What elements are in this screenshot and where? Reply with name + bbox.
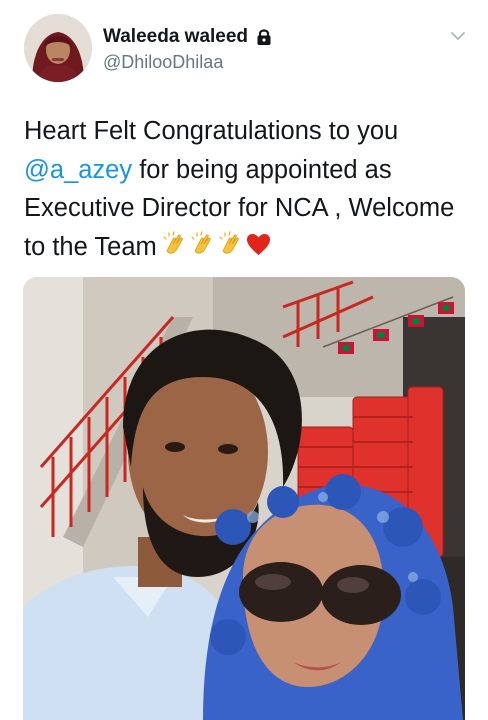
- mention-link[interactable]: @a_azey: [24, 156, 132, 184]
- tweet-line-1: Heart Felt Congratulations to you: [24, 117, 399, 145]
- clapping-hands-icon: [189, 230, 216, 258]
- avatar[interactable]: [24, 14, 92, 82]
- display-name[interactable]: Waleeda waleed: [103, 26, 248, 48]
- tweet-photo[interactable]: [23, 277, 465, 720]
- author-handle[interactable]: @DhilooDhilaa: [103, 52, 223, 73]
- red-heart-icon: [245, 231, 272, 258]
- tweet-line-4: to the Team: [24, 228, 474, 267]
- chevron-down-icon[interactable]: [448, 28, 468, 44]
- tweet-line-2: @a_azey for being appointed as: [24, 151, 474, 190]
- author-name-row: Waleeda waleed: [103, 26, 272, 48]
- avatar-image: [24, 14, 92, 82]
- tweet-header: Waleeda waleed @DhilooDhilaa: [0, 0, 488, 96]
- tweet-line-4-text: to the Team: [24, 232, 157, 261]
- tweet-line-3: Executive Director for NCA , Welcome: [24, 194, 455, 222]
- tweet-text: Heart Felt Congratulations to you @a_aze…: [24, 112, 474, 266]
- tweet-line-2-rest: for being appointed as: [132, 155, 392, 184]
- lock-icon: [256, 28, 272, 46]
- clapping-hands-icon: [161, 230, 188, 258]
- emoji-run: [161, 230, 273, 258]
- selfie-photo: [23, 277, 465, 720]
- clapping-hands-icon: [217, 230, 244, 258]
